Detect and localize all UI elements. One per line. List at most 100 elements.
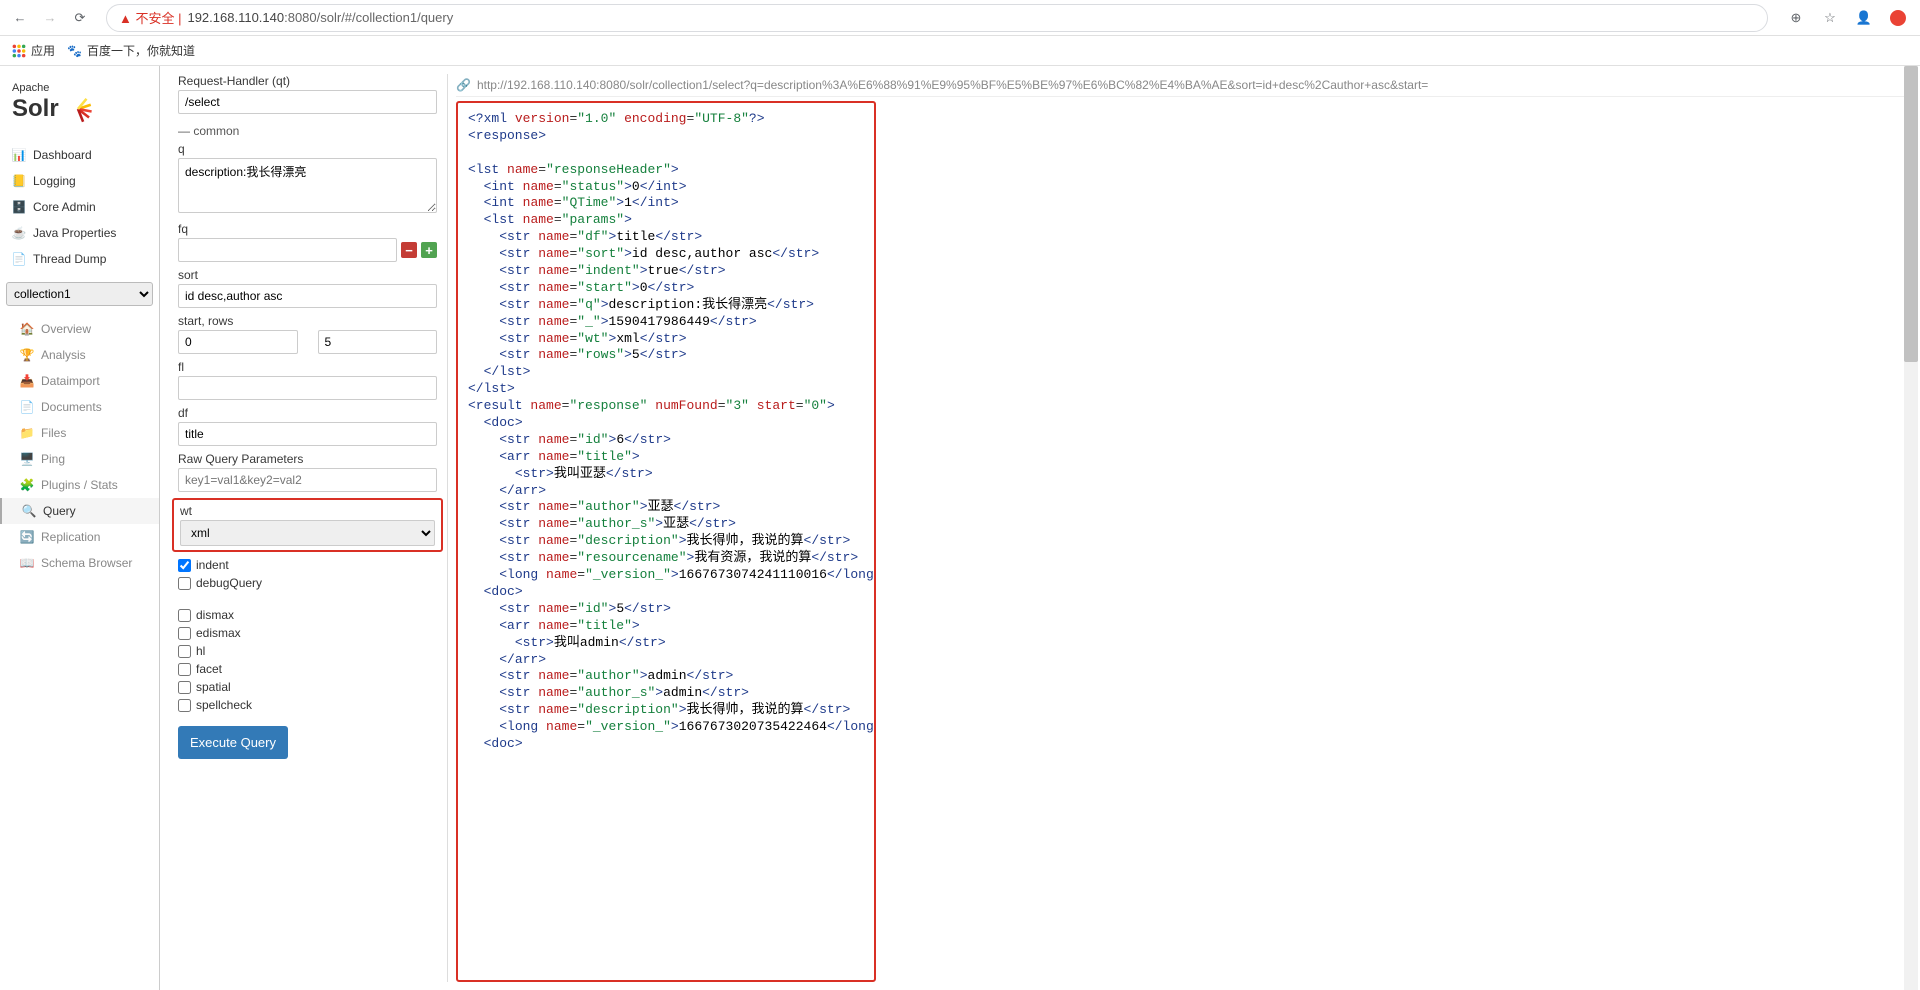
subnav-overview[interactable]: 🏠 Overview — [0, 316, 159, 342]
apps-icon — [12, 44, 26, 58]
nav-thread-dump[interactable]: 📄 Thread Dump — [0, 246, 159, 272]
java-icon: ☕ — [12, 226, 26, 240]
q-input[interactable]: description:我长得漂亮 — [178, 158, 437, 213]
result-url-link[interactable]: http://192.168.110.140:8080/solr/collect… — [477, 78, 1428, 92]
start-input[interactable] — [178, 330, 298, 354]
schema-icon: 📖 — [20, 556, 34, 570]
nav-core-admin-label: Core Admin — [33, 200, 96, 214]
subnav-schema-label: Schema Browser — [41, 556, 132, 570]
qt-label: Request-Handler (qt) — [178, 74, 437, 88]
spatial-checkbox[interactable] — [178, 681, 191, 694]
forward-button[interactable]: → — [38, 6, 62, 30]
subnav-files[interactable]: 📁 Files — [0, 420, 159, 446]
nav-core-admin[interactable]: 🗄️ Core Admin — [0, 194, 159, 220]
ping-icon: 🖥️ — [20, 452, 34, 466]
logging-icon: 📒 — [12, 174, 26, 188]
subnav-query[interactable]: 🔍Query — [0, 498, 159, 524]
fq-input[interactable] — [178, 238, 397, 262]
apps-bookmark[interactable]: 应用 — [12, 42, 55, 59]
insecure-warning: ▲ 不安全 | — [119, 8, 181, 27]
facet-label: facet — [196, 662, 222, 676]
fq-remove-button[interactable]: − — [401, 242, 417, 258]
subnav-dataimport-label: Dataimport — [41, 374, 100, 388]
replication-icon: 🔄 — [20, 530, 34, 544]
url-path: :8080/solr/#/collection1/query — [284, 10, 453, 25]
star-icon[interactable]: ☆ — [1820, 8, 1840, 28]
hl-checkbox[interactable] — [178, 645, 191, 658]
url-bar[interactable]: ▲ 不安全 | 192.168.110.140 :8080/solr/#/col… — [106, 4, 1768, 32]
thread-icon: 📄 — [12, 252, 26, 266]
subnav-documents[interactable]: 📄 Documents — [0, 394, 159, 420]
subnav-overview-label: Overview — [41, 322, 91, 336]
documents-icon: 📄 — [20, 400, 34, 414]
subnav-plugins[interactable]: 🧩Plugins / Stats — [0, 472, 159, 498]
query-icon: 🔍 — [22, 504, 36, 518]
sort-input[interactable] — [178, 284, 437, 308]
reload-button[interactable]: ⟳ — [68, 6, 92, 30]
fl-label: fl — [178, 360, 437, 374]
subnav-analysis[interactable]: 🏆Analysis — [0, 342, 159, 368]
dataimport-icon: 📥 — [20, 374, 34, 388]
bookmark-baidu[interactable]: 🐾 百度一下，你就知道 — [67, 42, 195, 59]
files-icon: 📁 — [20, 426, 34, 440]
query-form: Request-Handler (qt) — common q descript… — [168, 74, 448, 982]
rawq-input[interactable] — [178, 468, 437, 492]
spellcheck-checkbox[interactable] — [178, 699, 191, 712]
fq-add-button[interactable]: + — [421, 242, 437, 258]
sidebar: Apache Solr 📊 Dashboard 📒 Logging 🗄️ Core A… — [0, 66, 160, 990]
dashboard-icon: 📊 — [12, 148, 26, 162]
wt-label: wt — [180, 504, 435, 518]
spellcheck-label: spellcheck — [196, 698, 252, 712]
apps-label: 应用 — [31, 42, 55, 59]
dismax-checkbox[interactable] — [178, 609, 191, 622]
subnav-replication-label: Replication — [41, 530, 100, 544]
back-button[interactable]: ← — [8, 6, 32, 30]
analysis-icon: 🏆 — [20, 348, 34, 362]
nav-dashboard[interactable]: 📊 Dashboard — [0, 142, 159, 168]
core-selector[interactable]: collection1 — [6, 282, 153, 306]
qt-input[interactable] — [178, 90, 437, 114]
zoom-icon[interactable]: ⊕ — [1786, 8, 1806, 28]
subnav-replication[interactable]: 🔄 Replication — [0, 524, 159, 550]
logo: Apache Solr — [0, 76, 159, 142]
hl-label: hl — [196, 644, 205, 658]
xml-response: <?xml version="1.0" encoding="UTF-8"?> <… — [456, 101, 876, 982]
facet-checkbox[interactable] — [178, 663, 191, 676]
result-url-bar: 🔗 http://192.168.110.140:8080/solr/colle… — [456, 74, 1912, 97]
fl-input[interactable] — [178, 376, 437, 400]
scrollbar[interactable] — [1904, 66, 1918, 990]
subnav-files-label: Files — [41, 426, 66, 440]
nav-thread-dump-label: Thread Dump — [33, 252, 106, 266]
rows-input[interactable] — [318, 330, 438, 354]
wt-select[interactable]: xml — [180, 520, 435, 546]
edismax-checkbox[interactable] — [178, 627, 191, 640]
sun-icon — [61, 92, 95, 126]
df-input[interactable] — [178, 422, 437, 446]
nav-logging-label: Logging — [33, 174, 76, 188]
subnav-ping-label: Ping — [41, 452, 65, 466]
extension-icon[interactable] — [1888, 8, 1908, 28]
subnav-schema[interactable]: 📖 Schema Browser — [0, 550, 159, 576]
fq-label: fq — [178, 222, 437, 236]
nav-java-props[interactable]: ☕Java Properties — [0, 220, 159, 246]
q-label: q — [178, 142, 437, 156]
nav-dashboard-label: Dashboard — [33, 148, 92, 162]
execute-query-button[interactable]: Execute Query — [178, 726, 288, 759]
subnav-ping[interactable]: 🖥️ Ping — [0, 446, 159, 472]
profile-icon[interactable]: 👤 — [1854, 8, 1874, 28]
nav-logging[interactable]: 📒 Logging — [0, 168, 159, 194]
sort-label: sort — [178, 268, 437, 282]
common-section[interactable]: — common — [178, 120, 437, 142]
rawq-label: Raw Query Parameters — [178, 452, 437, 466]
result-url-icon: 🔗 — [456, 78, 471, 92]
core-admin-icon: 🗄️ — [12, 200, 26, 214]
subnav-documents-label: Documents — [41, 400, 102, 414]
indent-checkbox[interactable] — [178, 559, 191, 572]
debugquery-checkbox[interactable] — [178, 577, 191, 590]
subnav-plugins-label: Plugins / Stats — [41, 478, 118, 492]
edismax-label: edismax — [196, 626, 241, 640]
startrows-label: start, rows — [178, 314, 437, 328]
subnav-dataimport[interactable]: 📥 Dataimport — [0, 368, 159, 394]
debugquery-label: debugQuery — [196, 576, 262, 590]
overview-icon: 🏠 — [20, 322, 34, 336]
